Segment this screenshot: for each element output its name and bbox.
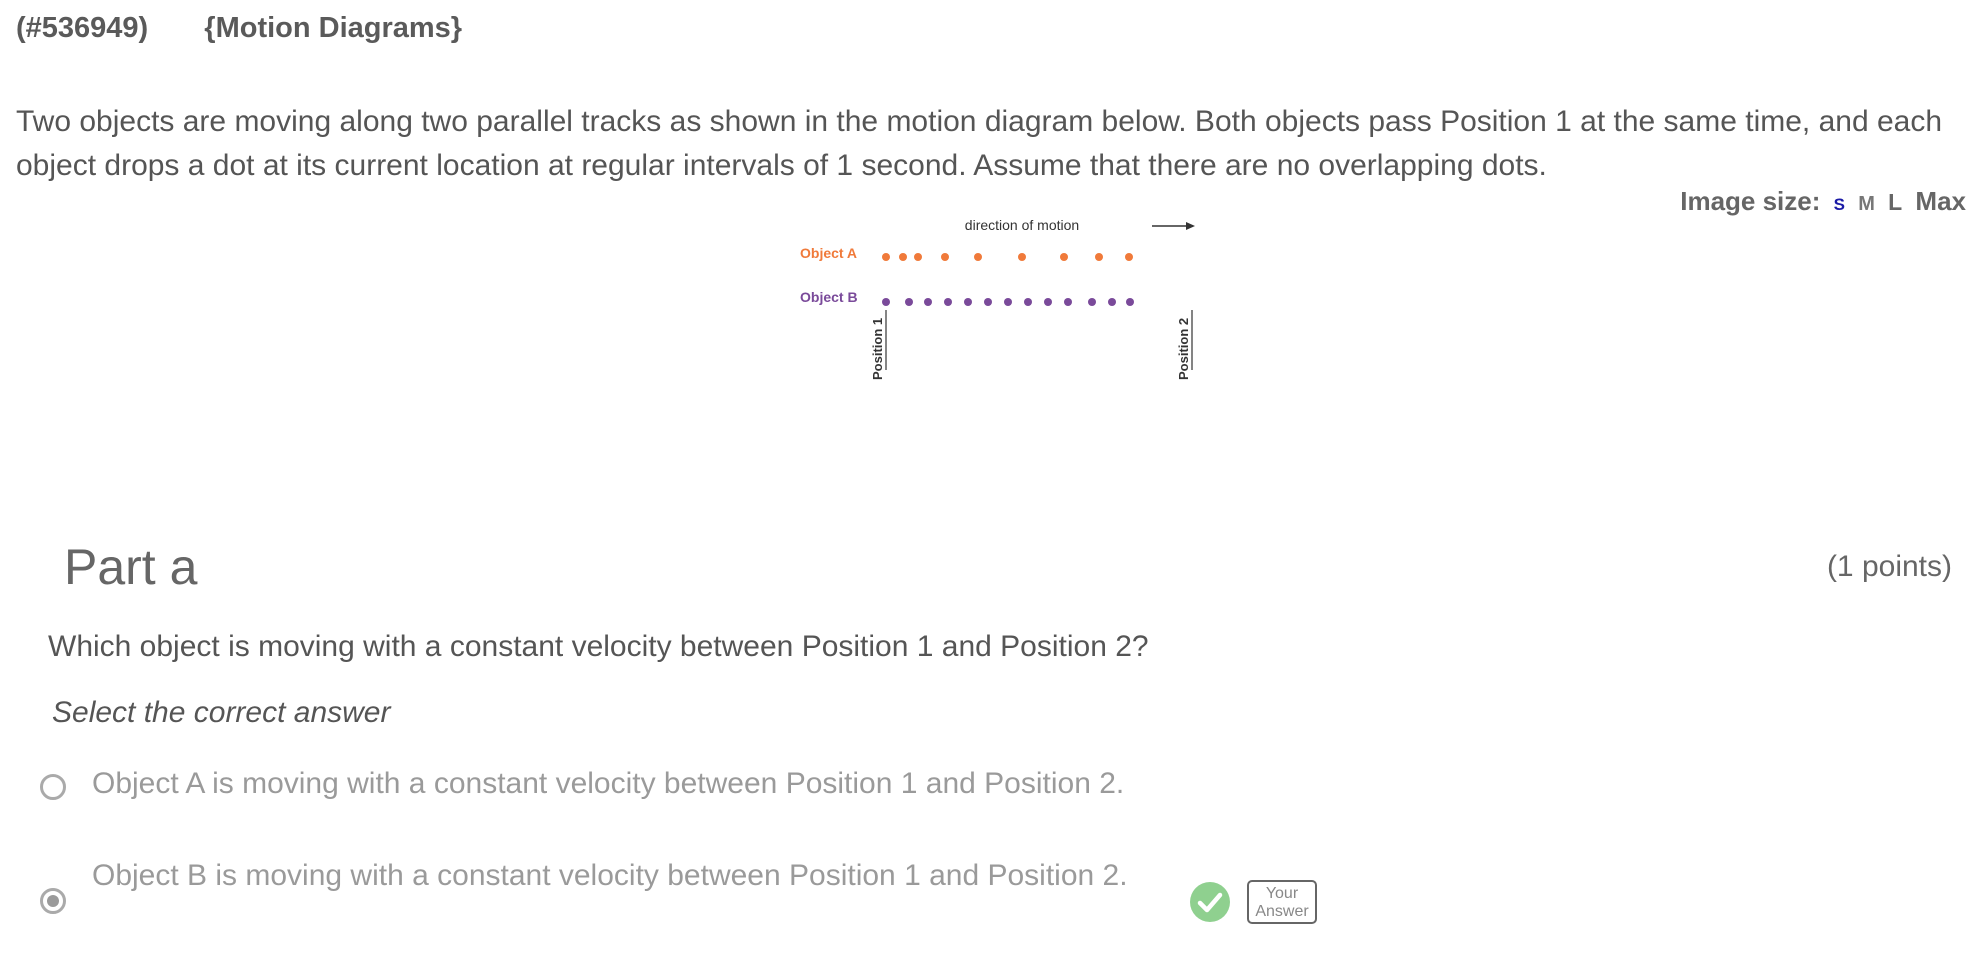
image-size-m-link[interactable]: M — [1858, 193, 1875, 215]
object-b-dot-7 — [1004, 298, 1012, 306]
object-a-label: Object A — [800, 245, 857, 261]
object-b-dot-6 — [984, 298, 992, 306]
object-b-dot-10 — [1064, 298, 1072, 306]
image-size-max-link[interactable]: Max — [1915, 186, 1966, 216]
part-title: Part a — [64, 539, 198, 595]
object-b-dot-2 — [905, 298, 913, 306]
direction-of-motion-label: direction of motion — [965, 217, 1079, 233]
option-a-text: Object A is moving with a constant veloc… — [92, 767, 1125, 800]
question-id: (#536949) — [16, 12, 149, 44]
object-a-dot-2 — [899, 253, 907, 261]
option-b-text: Object B is moving with a constant veloc… — [92, 859, 1128, 892]
motion-diagram-svg: direction of motion Object A Object B Po… — [800, 217, 1195, 380]
position-1-label: Position 1 — [870, 318, 885, 380]
object-a-dots — [882, 253, 1133, 261]
image-size-s-link[interactable]: S — [1834, 195, 1845, 214]
correct-check-icon — [1190, 882, 1230, 922]
object-b-dot-1 — [882, 298, 890, 306]
object-b-dot-8 — [1024, 298, 1032, 306]
position-2-label: Position 2 — [1176, 318, 1191, 380]
object-a-dot-3 — [914, 253, 922, 261]
your-answer-badge: Your Answer — [1247, 880, 1317, 924]
object-b-label: Object B — [800, 289, 858, 305]
image-size-selector: Image size: S M L Max — [1674, 186, 1966, 217]
object-b-dot-5 — [964, 298, 972, 306]
option-a-radio[interactable] — [40, 774, 66, 800]
image-size-label: Image size: — [1680, 186, 1821, 216]
direction-arrow-icon — [1186, 222, 1195, 230]
question-topic: {Motion Diagrams} — [204, 12, 463, 44]
question-page: (#536949) {Motion Diagrams} Two objects … — [0, 0, 1978, 956]
question-prompt: Which object is moving with a constant v… — [48, 630, 1149, 663]
object-b-dot-12 — [1108, 298, 1116, 306]
object-b-dot-9 — [1044, 298, 1052, 306]
object-a-dot-1 — [882, 253, 890, 261]
object-a-dot-5 — [974, 253, 982, 261]
image-size-l-link[interactable]: L — [1888, 189, 1902, 215]
part-points: (1 points) — [1826, 550, 1952, 583]
object-b-dot-3 — [924, 298, 932, 306]
object-a-dot-4 — [941, 253, 949, 261]
object-a-dot-7 — [1060, 253, 1068, 261]
motion-diagram: direction of motion Object A Object B Po… — [790, 210, 1210, 390]
object-b-dot-11 — [1088, 298, 1096, 306]
answer-instruction: Select the correct answer — [52, 696, 391, 729]
object-a-dot-8 — [1095, 253, 1103, 261]
object-b-dot-4 — [944, 298, 952, 306]
intro-text: Two objects are moving along two paralle… — [16, 105, 1943, 182]
object-a-dot-9 — [1125, 253, 1133, 261]
option-b-radio[interactable] — [40, 888, 66, 914]
object-b-dot-13 — [1126, 298, 1134, 306]
question-header: (#536949) {Motion Diagrams} — [16, 12, 462, 45]
object-a-dot-6 — [1018, 253, 1026, 261]
object-b-dots — [882, 298, 1134, 306]
